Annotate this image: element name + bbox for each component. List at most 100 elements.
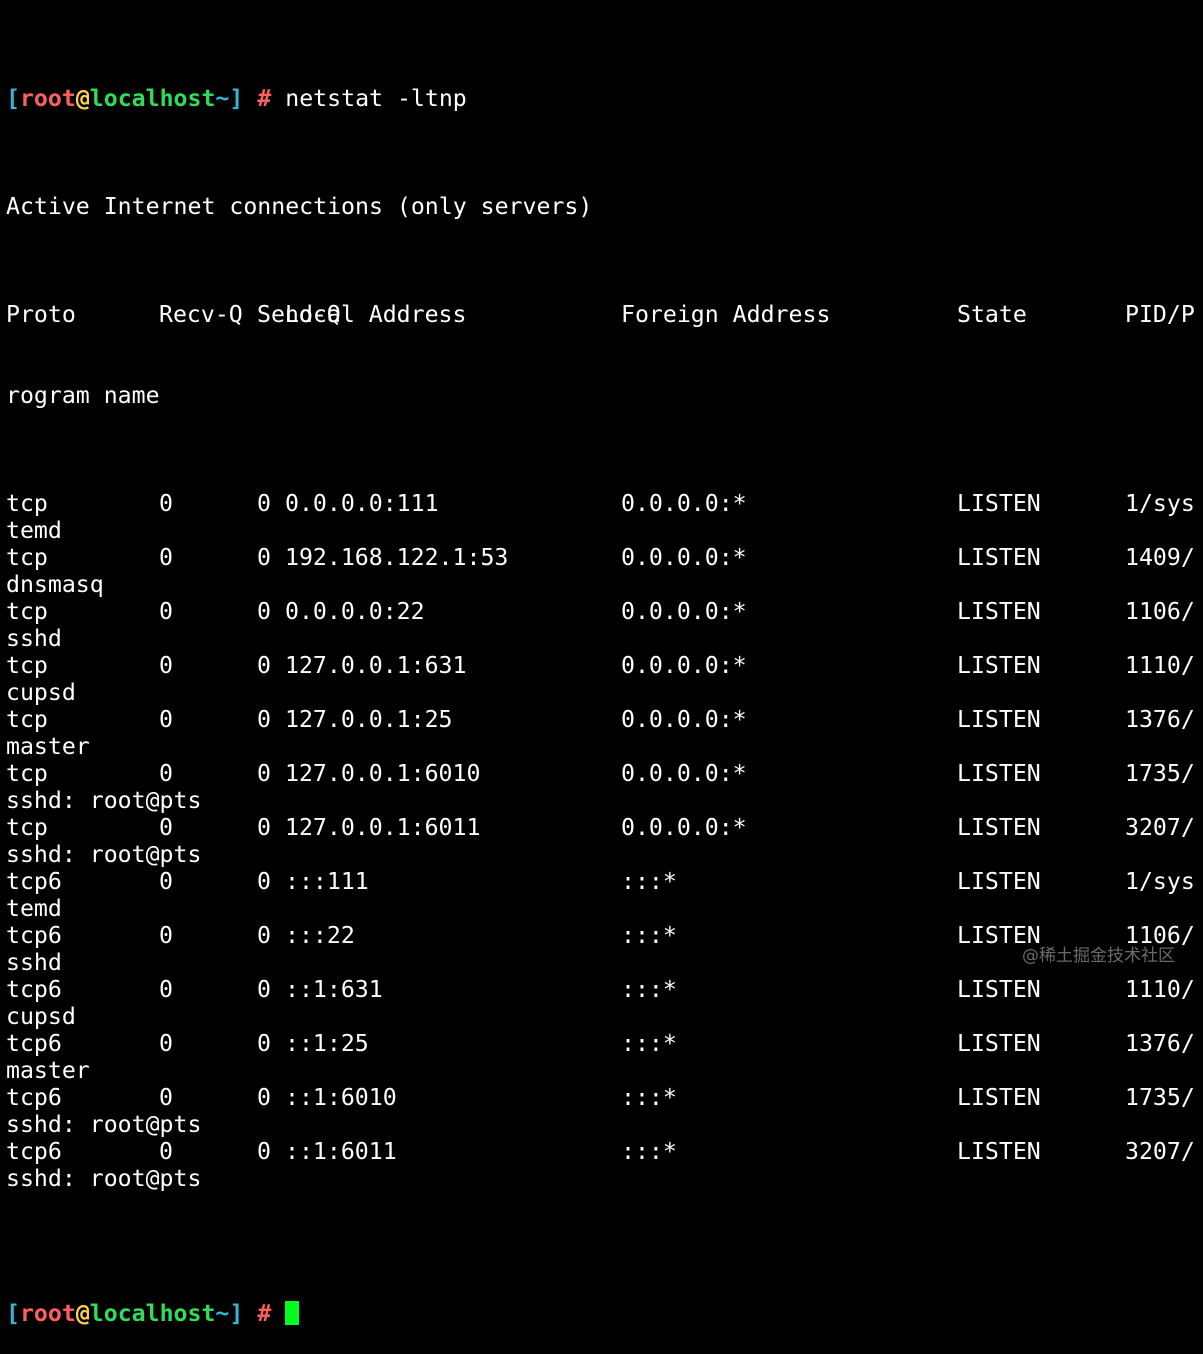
cell-sendq: 0 xyxy=(257,868,271,895)
cell-sendq: 0 xyxy=(257,1030,271,1057)
cell-pid-head: 1/sys xyxy=(1125,868,1195,895)
prompt-open-bracket: [ xyxy=(6,1300,20,1327)
cell-recvq: 0 xyxy=(159,922,173,949)
cell-state: LISTEN xyxy=(957,868,1041,895)
cell-foreign: :::* xyxy=(621,976,677,1003)
cell-state: LISTEN xyxy=(957,760,1041,787)
cell-foreign: 0.0.0.0:* xyxy=(621,814,747,841)
cell-foreign: :::* xyxy=(621,922,677,949)
table-row: tcp 0 0 127.0.0.1:631 0.0.0.0:* LISTEN 1110/ xyxy=(6,652,1203,679)
cell-proto: tcp xyxy=(6,490,48,517)
cell-pid-head: 1376/ xyxy=(1125,1030,1195,1057)
prompt-close-bracket: ] xyxy=(229,1300,244,1327)
row-program-wrap: sshd: root@pts xyxy=(6,1165,202,1192)
table-row: tcp 0 0 192.168.122.1:53 0.0.0.0:* LISTEN 1409… xyxy=(6,544,1203,571)
cell-proto: tcp xyxy=(6,598,48,625)
cell-sendq: 0 xyxy=(257,490,271,517)
prompt-at: @ xyxy=(75,1300,90,1327)
table-row: tcp6 0 0::1:25:::* LISTEN 1376/ xyxy=(6,1030,1203,1057)
cell-local: :::22 xyxy=(285,922,355,949)
cell-sendq: 0 xyxy=(257,1138,271,1165)
prompt-cwd: ~ xyxy=(215,85,230,112)
header-local-address: Local Address xyxy=(285,301,467,328)
cell-foreign: :::* xyxy=(621,1030,677,1057)
cell-sendq: 0 xyxy=(257,814,271,841)
connection-list: tcp 0 0 0.0.0.0:111 0.0.0.0:* LISTEN 1/sys temd… xyxy=(6,490,1203,1192)
table-row: tcp6 0 0::1:6010:::* LISTEN 1735/ xyxy=(6,1084,1203,1111)
cell-recvq: 0 xyxy=(159,544,173,571)
cell-local: 0.0.0.0:111 xyxy=(285,490,439,517)
prompt-host: localhost xyxy=(89,85,216,112)
cell-state: LISTEN xyxy=(957,814,1041,841)
cell-recvq: 0 xyxy=(159,490,173,517)
cell-pid-head: 3207/ xyxy=(1125,814,1195,841)
prompt-user: root xyxy=(19,1300,76,1327)
cell-proto: tcp6 xyxy=(6,1084,62,1111)
table-row: tcp 0 0 127.0.0.1:25 0.0.0.0:* LISTEN 1376/ xyxy=(6,706,1203,733)
cell-sendq: 0 xyxy=(257,922,271,949)
cell-pid-head: 1110/ xyxy=(1125,976,1195,1003)
table-row: tcp 0 0 0.0.0.0:22 0.0.0.0:* LISTEN 1106/ xyxy=(6,598,1203,625)
cell-state: LISTEN xyxy=(957,1030,1041,1057)
cell-sendq: 0 xyxy=(257,544,271,571)
cell-pid-head: 1735/ xyxy=(1125,760,1195,787)
row-program-wrap: master xyxy=(6,1057,90,1084)
row-program-wrap: temd xyxy=(6,895,62,922)
cell-proto: tcp xyxy=(6,544,48,571)
row-program-wrap: cupsd xyxy=(6,1003,76,1030)
cell-pid-head: 1376/ xyxy=(1125,706,1195,733)
cell-pid-head: 1110/ xyxy=(1125,652,1195,679)
cell-recvq: 0 xyxy=(159,598,173,625)
cell-local: 127.0.0.1:25 xyxy=(285,706,453,733)
prompt-hash: # xyxy=(257,85,272,112)
header-pid-program: PID/P xyxy=(1125,301,1195,328)
cell-foreign: 0.0.0.0:* xyxy=(621,544,747,571)
cell-sendq: 0 xyxy=(257,976,271,1003)
cell-recvq: 0 xyxy=(159,814,173,841)
row-program-wrap: sshd: root@pts xyxy=(6,787,202,814)
cell-state: LISTEN xyxy=(957,652,1041,679)
cell-sendq: 0 xyxy=(257,706,271,733)
row-program-wrap: master xyxy=(6,733,90,760)
cell-proto: tcp6 xyxy=(6,868,62,895)
cell-sendq: 0 xyxy=(257,760,271,787)
text-cursor[interactable] xyxy=(285,1301,300,1325)
cell-recvq: 0 xyxy=(159,706,173,733)
table-row: tcp 0 0 127.0.0.1:6011 0.0.0.0:* LISTEN 3207/ xyxy=(6,814,1203,841)
cell-proto: tcp6 xyxy=(6,976,62,1003)
cell-foreign: 0.0.0.0:* xyxy=(621,760,747,787)
cell-recvq: 0 xyxy=(159,1030,173,1057)
cell-pid-head: 1106/ xyxy=(1125,598,1195,625)
cell-local: 127.0.0.1:6010 xyxy=(285,760,481,787)
cell-state: LISTEN xyxy=(957,976,1041,1003)
cell-recvq: 0 xyxy=(159,1084,173,1111)
cell-local: 0.0.0.0:22 xyxy=(285,598,425,625)
cell-proto: tcp6 xyxy=(6,922,62,949)
prompt-user: root xyxy=(19,85,76,112)
cell-sendq: 0 xyxy=(257,1084,271,1111)
prompt-line-current[interactable]: [root@localhost~] # xyxy=(6,1300,1203,1327)
prompt-host: localhost xyxy=(89,1300,216,1327)
cell-local: :::111 xyxy=(285,868,369,895)
cell-local: ::1:6011 xyxy=(285,1138,397,1165)
table-row: tcp6 0 0:::111:::* LISTEN 1/sys xyxy=(6,868,1203,895)
row-program-wrap: temd xyxy=(6,517,62,544)
cell-state: LISTEN xyxy=(957,598,1041,625)
table-row: tcp6 0 0::1:6011:::* LISTEN 3207/ xyxy=(6,1138,1203,1165)
watermark: @稀土掘金技术社区 xyxy=(1022,946,1175,966)
cell-local: ::1:6010 xyxy=(285,1084,397,1111)
prompt-close-bracket: ] xyxy=(229,85,244,112)
terminal-window[interactable]: [root@localhost~] # netstat -ltnp Active… xyxy=(6,4,1203,1354)
row-program-wrap: sshd: root@pts xyxy=(6,1111,202,1138)
prompt-line: [root@localhost~] # netstat -ltnp xyxy=(6,85,1203,112)
cell-state: LISTEN xyxy=(957,490,1041,517)
cell-pid-head: 3207/ xyxy=(1125,1138,1195,1165)
prompt-open-bracket: [ xyxy=(6,85,20,112)
cell-foreign: :::* xyxy=(621,1138,677,1165)
cell-local: 127.0.0.1:631 xyxy=(285,652,467,679)
header-foreign-address: Foreign Address xyxy=(621,301,831,328)
row-program-wrap: sshd: root@pts xyxy=(6,841,202,868)
table-row: tcp6 0 0::1:631:::* LISTEN 1110/ xyxy=(6,976,1203,1003)
cell-foreign: 0.0.0.0:* xyxy=(621,598,747,625)
cell-pid-head: 1409/ xyxy=(1125,544,1195,571)
